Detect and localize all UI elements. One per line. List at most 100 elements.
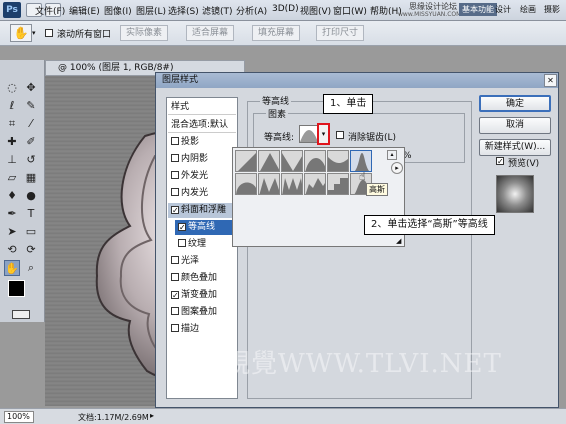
menu-analysis[interactable]: 分析(A) xyxy=(236,4,267,17)
menu-window[interactable]: 窗口(W) xyxy=(333,4,367,17)
style-preview-swatch xyxy=(496,175,534,213)
foreground-color-swatch[interactable] xyxy=(8,280,25,297)
style-item-outer-glow[interactable]: 外发光 xyxy=(168,169,236,184)
print-size-button[interactable]: 打印尺寸 xyxy=(316,25,364,41)
contour-cone[interactable] xyxy=(258,150,280,172)
hand-tool-preset[interactable]: ✋ xyxy=(10,24,32,42)
checkbox[interactable]: ✓ xyxy=(178,223,186,232)
workspace-essentials[interactable]: 基本功能 xyxy=(459,3,497,16)
zoom-field[interactable]: 100% xyxy=(4,411,34,423)
healing-brush-icon[interactable]: ✚ xyxy=(4,134,20,150)
doc-size-info: 文档:1.17M/2.69M xyxy=(78,413,149,422)
style-item-inner-shadow[interactable]: 内阴影 xyxy=(168,152,236,167)
fit-screen-button[interactable]: 适合屏幕 xyxy=(186,25,234,41)
blur-tool-icon[interactable]: ♦ xyxy=(4,188,20,204)
history-brush-icon[interactable]: ↺ xyxy=(23,152,39,168)
quick-select-icon[interactable]: ✎ xyxy=(23,98,39,114)
style-item-contour[interactable]: ✓ 等高线 xyxy=(175,220,235,235)
3d-orbit-icon[interactable]: ⟳ xyxy=(23,242,39,258)
checkbox[interactable] xyxy=(171,256,179,264)
checkbox[interactable] xyxy=(171,188,179,196)
checkbox[interactable] xyxy=(178,239,186,247)
checkbox[interactable] xyxy=(171,154,179,162)
blend-options-item[interactable]: 混合选项:默认 xyxy=(168,118,236,133)
contour-half-round[interactable] xyxy=(235,173,257,195)
preview-checkbox[interactable]: ✓ xyxy=(496,157,504,166)
move-tool-icon[interactable]: ✥ xyxy=(23,80,39,96)
menu-image[interactable]: 图像(I) xyxy=(104,4,132,17)
contour-ring[interactable] xyxy=(258,173,280,195)
style-item-label: 描边 xyxy=(181,324,200,334)
shape-tool-icon[interactable]: ▭ xyxy=(23,224,39,240)
contour-preview[interactable] xyxy=(299,125,319,143)
style-item-color-overlay[interactable]: 颜色叠加 xyxy=(168,271,236,286)
menu-filter[interactable]: 滤镜(T) xyxy=(202,4,233,17)
contour-rounded-steps[interactable] xyxy=(327,173,349,195)
quick-mask-icon[interactable] xyxy=(12,310,30,319)
actual-pixels-button[interactable]: 实际像素 xyxy=(120,25,168,41)
antialias-checkbox[interactable] xyxy=(336,131,344,139)
path-select-icon[interactable]: ➤ xyxy=(4,224,20,240)
style-item-pattern-overlay[interactable]: 图案叠加 xyxy=(168,305,236,320)
scroll-all-checkbox[interactable] xyxy=(45,29,53,37)
brush-tool-icon[interactable]: ✐ xyxy=(23,134,39,150)
eraser-tool-icon[interactable]: ▱ xyxy=(4,170,20,186)
contour-ring-double[interactable] xyxy=(281,173,303,195)
eyedropper-icon[interactable]: ⁄ xyxy=(23,116,39,132)
stamp-tool-icon[interactable]: ⊥ xyxy=(4,152,20,168)
menu-edit[interactable]: 编辑(E) xyxy=(69,4,100,17)
style-item-texture[interactable]: 纹理 xyxy=(175,237,235,252)
contour-gaussian[interactable] xyxy=(350,150,372,172)
checkbox[interactable]: ✓ xyxy=(171,291,179,300)
new-style-button[interactable]: 新建样式(W)... xyxy=(479,139,551,156)
hand-tool-icon[interactable]: ✋ xyxy=(4,260,20,276)
contour-cove-shallow[interactable] xyxy=(327,150,349,172)
contour-linear[interactable] xyxy=(235,150,257,172)
contour-dropdown-button[interactable]: ▾ xyxy=(317,123,330,145)
step2-callout: 2、单击选择“高斯”等高线 xyxy=(364,215,495,235)
resize-grip-icon[interactable]: ◢ xyxy=(396,237,401,245)
contour-cone-inverted[interactable] xyxy=(281,150,303,172)
contour-cove-deep[interactable] xyxy=(304,150,326,172)
styles-header[interactable]: 样式 xyxy=(168,100,236,115)
dodge-tool-icon[interactable]: ● xyxy=(23,188,39,204)
3d-rotate-icon[interactable]: ⟲ xyxy=(4,242,20,258)
chevron-down-icon[interactable]: ▾ xyxy=(32,24,40,42)
type-tool-icon[interactable]: T xyxy=(23,206,39,222)
menu-layer[interactable]: 图层(L) xyxy=(136,4,166,17)
contour-rolling-slope[interactable] xyxy=(304,173,326,195)
zoom-tool-icon[interactable]: ⌕ xyxy=(23,260,39,276)
menu-view[interactable]: 视图(V) xyxy=(300,4,331,17)
cancel-button[interactable]: 取消 xyxy=(479,117,551,134)
ok-button[interactable]: 确定 xyxy=(479,95,551,112)
menu-3d[interactable]: 3D(D) xyxy=(272,4,299,14)
workspace-design[interactable]: 设计 xyxy=(495,4,511,15)
status-arrow-icon[interactable]: ▸ xyxy=(150,411,154,420)
gradient-tool-icon[interactable]: ▦ xyxy=(23,170,39,186)
checkbox[interactable] xyxy=(171,171,179,179)
close-icon[interactable]: ✕ xyxy=(544,74,557,87)
style-item-stroke[interactable]: 描边 xyxy=(168,322,236,337)
tools-panel: ◌ ✥ ℓ ✎ ⌗ ⁄ ✚ ✐ ⊥ ↺ ▱ ▦ ♦ ● ✒ T ➤ ▭ ⟲ ⟳ … xyxy=(0,60,45,322)
style-item-satin[interactable]: 光泽 xyxy=(168,254,236,269)
lasso-tool-icon[interactable]: ℓ xyxy=(4,98,20,114)
style-item-bevel-emboss[interactable]: ✓ 斜面和浮雕 xyxy=(168,203,236,218)
menu-arrow-icon[interactable]: ▸ xyxy=(391,162,403,174)
style-item-inner-glow[interactable]: 内发光 xyxy=(168,186,236,201)
workspace-photography[interactable]: 摄影 xyxy=(544,4,560,15)
menu-file[interactable]: 文件(F) xyxy=(35,4,65,17)
pen-tool-icon[interactable]: ✒ xyxy=(4,206,20,222)
menu-select[interactable]: 选择(S) xyxy=(168,4,199,17)
fill-screen-button[interactable]: 填充屏幕 xyxy=(252,25,300,41)
checkbox[interactable] xyxy=(171,324,179,332)
checkbox[interactable] xyxy=(171,273,179,281)
workspace-painting[interactable]: 绘画 xyxy=(520,4,536,15)
marquee-tool-icon[interactable]: ◌ xyxy=(4,80,20,96)
style-item-drop-shadow[interactable]: 投影 xyxy=(168,135,236,150)
checkbox[interactable]: ✓ xyxy=(171,206,179,215)
crop-tool-icon[interactable]: ⌗ xyxy=(4,116,20,132)
style-item-gradient-overlay[interactable]: ✓ 渐变叠加 xyxy=(168,288,236,303)
scroll-up-icon[interactable]: ▴ xyxy=(387,150,397,160)
checkbox[interactable] xyxy=(171,307,179,315)
checkbox[interactable] xyxy=(171,137,179,145)
